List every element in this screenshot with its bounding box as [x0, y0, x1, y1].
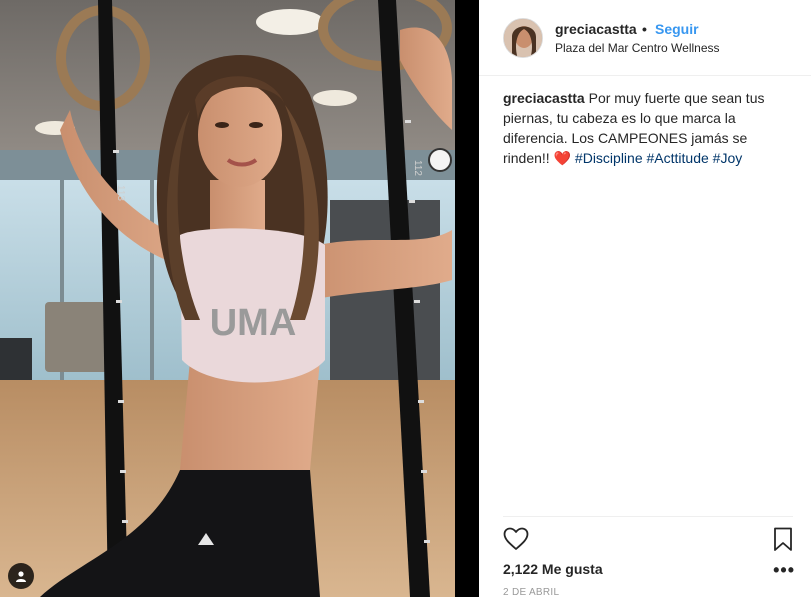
post-actions: 2,122 Me gusta ••• 2 DE ABRIL [503, 516, 795, 597]
more-options-button[interactable]: ••• [773, 561, 795, 579]
save-button[interactable] [773, 527, 797, 553]
heart-outline-icon [503, 527, 529, 555]
post-caption: greciacastta Por muy fuerte que sean tus… [503, 88, 793, 168]
post-location[interactable]: Plaza del Mar Centro Wellness [555, 41, 720, 55]
post-photo[interactable]: UMA 113 112 [0, 0, 455, 597]
user-tag-icon [15, 570, 27, 582]
ellipsis-icon: ••• [773, 560, 795, 580]
bookmark-outline-icon [773, 527, 793, 556]
like-button[interactable] [503, 527, 531, 553]
hashtag-acttitude[interactable]: #Acttitude [647, 150, 709, 166]
post-side-panel: greciacastta • Seguir Plaza del Mar Cent… [479, 0, 811, 597]
post-date: 2 DE ABRIL [503, 587, 560, 597]
post-header: greciacastta • Seguir Plaza del Mar Cent… [479, 0, 811, 76]
follow-button[interactable]: Seguir [655, 21, 699, 37]
avatar[interactable] [503, 18, 543, 58]
photo-divider [455, 0, 479, 597]
hashtag-discipline[interactable]: #Discipline [575, 150, 643, 166]
hashtag-joy[interactable]: #Joy [713, 150, 743, 166]
header-separator: • [642, 21, 647, 37]
post-username[interactable]: greciacastta [555, 21, 637, 37]
strap-mark-left: 113 [115, 185, 126, 201]
caption-heart-emoji: ❤️ [553, 150, 572, 166]
likes-count[interactable]: 2,122 Me gusta [503, 561, 603, 577]
top-print: UMA [210, 302, 297, 344]
strap-mark-right: 112 [412, 160, 423, 176]
tagged-users-button[interactable] [8, 563, 34, 589]
caption-username[interactable]: greciacastta [503, 90, 585, 106]
gym-scene: UMA 113 112 [0, 0, 455, 597]
